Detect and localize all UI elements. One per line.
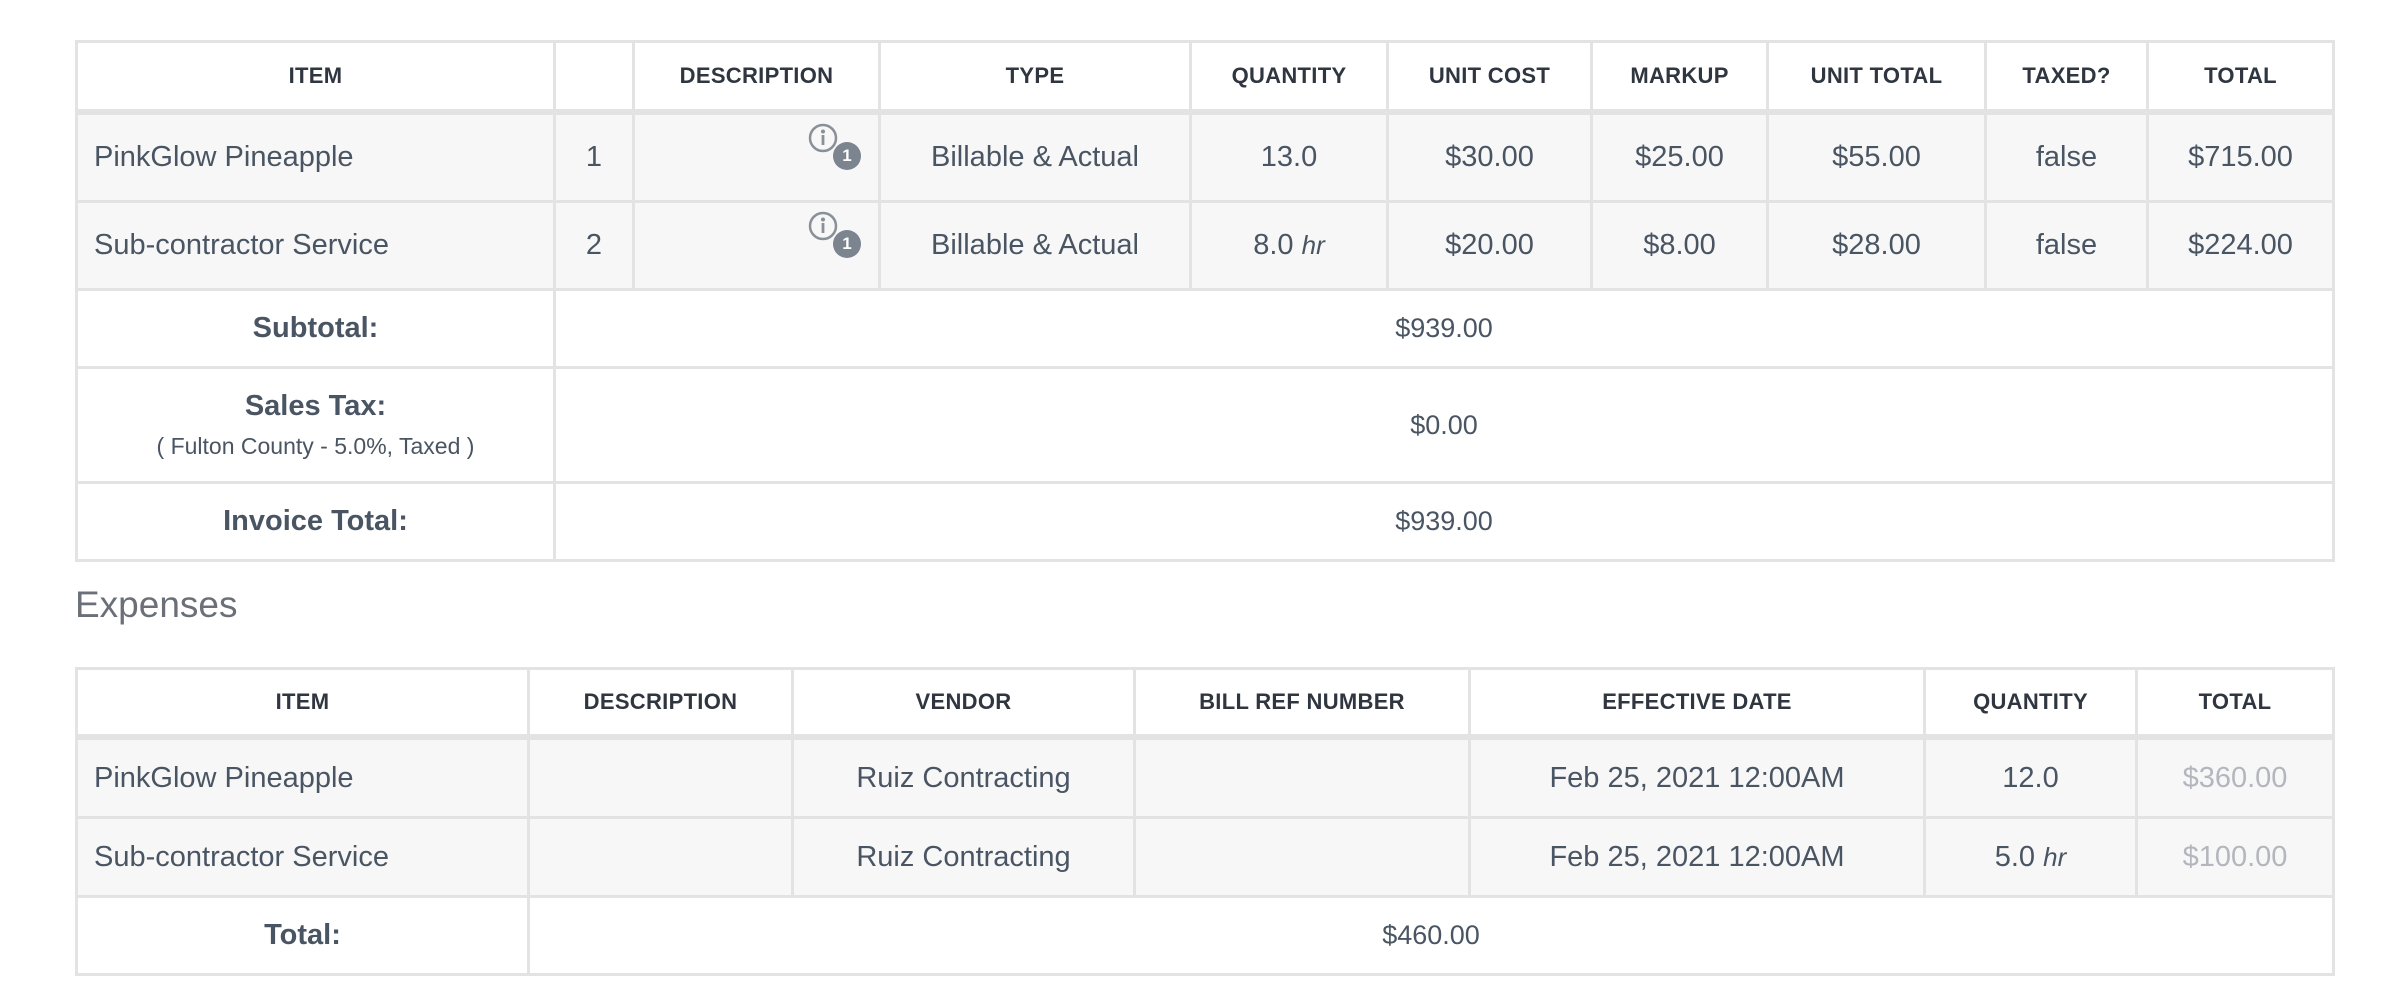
- item-total: $224.00: [2146, 200, 2335, 291]
- header-quantity: QUANTITY: [1189, 40, 1389, 115]
- header-effective-date: EFFECTIVE DATE: [1468, 667, 1926, 740]
- item-description: 1: [632, 200, 881, 291]
- header-vendor: VENDOR: [791, 667, 1136, 740]
- sales-tax-value: $0.00: [553, 366, 2335, 484]
- item-markup: $8.00: [1590, 200, 1769, 291]
- invoice-total-value: $939.00: [553, 481, 2335, 562]
- expense-item: Sub-contractor Service: [75, 816, 530, 898]
- expense-total: $360.00: [2135, 735, 2335, 819]
- sales-tax-cell: Sales Tax: ( Fulton County - 5.0%, Taxed…: [75, 366, 556, 484]
- quantity-value: 5.0: [1994, 840, 2036, 873]
- expenses-total-label: Total:: [75, 895, 530, 976]
- note-count-badge: 1: [833, 229, 861, 258]
- expenses-section: ITEM DESCRIPTION VENDOR BILL REF NUMBER …: [75, 667, 2335, 976]
- expense-quantity: 12.0: [1923, 735, 2138, 819]
- invoice-total-label: Invoice Total:: [75, 481, 556, 562]
- header-number: [553, 40, 635, 115]
- item-unit-cost: $30.00: [1386, 110, 1593, 203]
- sales-tax-row: Sales Tax: ( Fulton County - 5.0%, Taxed…: [75, 366, 2335, 484]
- quantity-value: 13.0: [1260, 141, 1318, 173]
- item-name: Sub-contractor Service: [75, 200, 556, 291]
- item-unit-total: $28.00: [1766, 200, 1987, 291]
- expense-item: PinkGlow Pineapple: [75, 735, 530, 819]
- expense-description: [527, 735, 794, 819]
- expense-date: Feb 25, 2021 12:00AM: [1468, 735, 1926, 819]
- note-count-badge: 1: [833, 141, 861, 170]
- item-quantity: 8.0 hr: [1189, 200, 1389, 291]
- item-quantity: 13.0: [1189, 110, 1389, 203]
- expense-bill-ref: [1133, 735, 1471, 819]
- item-type: Billable & Actual: [878, 200, 1192, 291]
- expense-date: Feb 25, 2021 12:00AM: [1468, 816, 1926, 898]
- item-name: PinkGlow Pineapple: [75, 110, 556, 203]
- expense-bill-ref: [1133, 816, 1471, 898]
- header-unit-cost: UNIT COST: [1386, 40, 1593, 115]
- table-row: PinkGlow Pineapple 1 1 Billable & Actual…: [75, 110, 2335, 203]
- description-info-button[interactable]: 1: [807, 122, 867, 172]
- subtotal-value: $939.00: [553, 288, 2335, 369]
- expense-quantity: 5.0 hr: [1923, 816, 2138, 898]
- invoice-total-row: Invoice Total: $939.00: [75, 481, 2335, 562]
- table-row: PinkGlow Pineapple Ruiz Contracting Feb …: [75, 735, 2335, 819]
- header-unit-total: UNIT TOTAL: [1766, 40, 1987, 115]
- expenses-header-row: ITEM DESCRIPTION VENDOR BILL REF NUMBER …: [75, 667, 2335, 740]
- expense-vendor: Ruiz Contracting: [791, 735, 1136, 819]
- expenses-heading: Expenses: [75, 584, 238, 625]
- expenses-total-value: $460.00: [527, 895, 2335, 976]
- header-total: TOTAL: [2146, 40, 2335, 115]
- subtotal-label: Subtotal:: [75, 288, 556, 369]
- header-type: TYPE: [878, 40, 1192, 115]
- expense-description: [527, 816, 794, 898]
- item-markup: $25.00: [1590, 110, 1769, 203]
- expenses-table: ITEM DESCRIPTION VENDOR BILL REF NUMBER …: [75, 667, 2335, 976]
- header-item: ITEM: [75, 667, 530, 740]
- sales-tax-note: ( Fulton County - 5.0%, Taxed ): [156, 433, 475, 459]
- expense-vendor: Ruiz Contracting: [791, 816, 1136, 898]
- sales-tax-label: Sales Tax:: [244, 390, 387, 422]
- items-table: ITEM DESCRIPTION TYPE QUANTITY UNIT COST…: [75, 40, 2335, 562]
- expense-total: $100.00: [2135, 816, 2335, 898]
- subtotal-row: Subtotal: $939.00: [75, 288, 2335, 369]
- item-unit-total: $55.00: [1766, 110, 1987, 203]
- item-number: 2: [553, 200, 635, 291]
- table-row: Sub-contractor Service 2 1 Billable & Ac…: [75, 200, 2335, 291]
- quantity-value: 8.0: [1253, 229, 1294, 261]
- item-taxed: false: [1984, 110, 2149, 203]
- item-total: $715.00: [2146, 110, 2335, 203]
- item-type: Billable & Actual: [878, 110, 1192, 203]
- header-markup: MARKUP: [1590, 40, 1769, 115]
- description-info-button[interactable]: 1: [807, 210, 867, 260]
- item-taxed: false: [1984, 200, 2149, 291]
- item-number: 1: [553, 110, 635, 203]
- expenses-total-row: Total: $460.00: [75, 895, 2335, 976]
- items-header-row: ITEM DESCRIPTION TYPE QUANTITY UNIT COST…: [75, 40, 2335, 115]
- quantity-value: 12.0: [2002, 761, 2059, 794]
- header-total: TOTAL: [2135, 667, 2335, 740]
- header-description: DESCRIPTION: [632, 40, 881, 115]
- header-bill-ref-number: BILL REF NUMBER: [1133, 667, 1471, 740]
- header-description: DESCRIPTION: [527, 667, 794, 740]
- quantity-unit: hr: [2043, 841, 2067, 872]
- header-quantity: QUANTITY: [1923, 667, 2138, 740]
- quantity-unit: hr: [1301, 230, 1325, 260]
- header-taxed: TAXED?: [1984, 40, 2149, 115]
- item-description: 1: [632, 110, 881, 203]
- invoice-items: ITEM DESCRIPTION TYPE QUANTITY UNIT COST…: [75, 40, 2335, 562]
- header-item: ITEM: [75, 40, 556, 115]
- table-row: Sub-contractor Service Ruiz Contracting …: [75, 816, 2335, 898]
- item-unit-cost: $20.00: [1386, 200, 1593, 291]
